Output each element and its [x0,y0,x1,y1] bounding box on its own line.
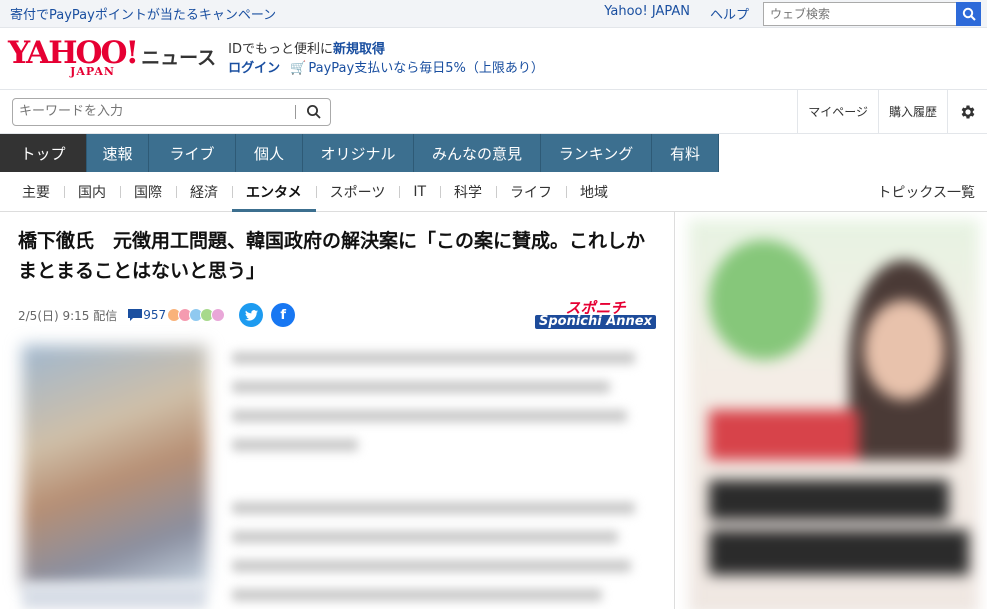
reaction-faces-icon [167,308,226,322]
search-icon [962,7,976,21]
category-local[interactable]: 地域 [566,172,622,212]
topics-list-link[interactable]: トピックス一覧 [877,182,975,202]
campaign-link[interactable]: 寄付でPayPayポイントが当たるキャンペーン [0,4,604,23]
header: YAHOO! JAPAN ニュース IDでもっと便利に新規取得 ログイン 🛒 Pa… [0,28,987,90]
category-domestic[interactable]: 国内 [64,172,120,212]
keyword-search-input[interactable] [13,98,295,125]
article: 橋下徹氏 元徴用工問題、韓国政府の解決案に「この案に賛成。これしかまとまることは… [0,212,675,609]
category-it[interactable]: IT [399,172,440,212]
publish-date: 2/5(日) 9:15 配信 [18,308,118,323]
web-search [763,1,981,26]
mypage-link[interactable]: マイページ [797,90,878,133]
utility-bar: 寄付でPayPayポイントが当たるキャンペーン Yahoo! JAPAN ヘルプ [0,0,987,28]
account-menu: マイページ 購入履歴 [797,90,987,133]
sidebar [675,212,987,609]
gear-icon [961,104,974,119]
facebook-icon[interactable]: f [271,303,296,327]
comment-count-link[interactable]: 957 [127,308,166,322]
article-meta: 2/5(日) 9:15 配信 957 f スポニチ Sponichi Annex [18,300,656,330]
utility-links: Yahoo! JAPAN ヘルプ [604,4,749,23]
main-nav-paid[interactable]: 有料 [652,134,719,172]
category-international[interactable]: 国際 [120,172,176,212]
category-entertainment[interactable]: エンタメ [232,172,316,212]
main-nav-top[interactable]: トップ [0,134,87,172]
cart-icon: 🛒 [290,60,307,76]
web-search-button[interactable] [956,1,981,26]
main-nav-opinion[interactable]: みんなの意見 [414,134,541,172]
main-nav-breaking[interactable]: 速報 [87,134,149,172]
category-science[interactable]: 科学 [440,172,496,212]
main-nav: トップ 速報 ライブ 個人 オリジナル みんなの意見 ランキング 有料 [0,134,987,172]
source-logo[interactable]: スポニチ Sponichi Annex [534,301,656,329]
article-photo[interactable] [22,345,207,585]
purchase-history-link[interactable]: 購入履歴 [877,90,947,133]
paypay-promo-link[interactable]: 🛒 PayPay支払いなら毎日5%（上限あり） [290,59,544,78]
category-life[interactable]: ライフ [496,172,566,212]
comment-icon [128,309,143,321]
keyword-search [12,97,331,126]
yahoo-japan-link[interactable]: Yahoo! JAPAN [604,4,690,23]
settings-button[interactable] [947,90,987,133]
photo-caption-blurred [22,585,207,609]
main-nav-live[interactable]: ライブ [149,134,236,172]
content-area: 橋下徹氏 元徴用工問題、韓国政府の解決案に「この案に賛成。これしかまとまることは… [0,212,987,609]
article-headline: 橋下徹氏 元徴用工問題、韓国政府の解決案に「この案に賛成。これしかまとまることは… [18,230,646,282]
category-nav: 主要 国内 国際 経済 エンタメ スポーツ IT 科学 ライフ 地域 トピックス… [0,172,987,212]
search-icon [306,105,321,119]
category-sports[interactable]: スポーツ [315,172,400,212]
web-search-input[interactable] [763,1,956,26]
main-nav-ranking[interactable]: ランキング [541,134,652,172]
article-body-blurred [232,352,652,609]
id-promo: IDでもっと便利に新規取得 ログイン 🛒 PayPay支払いなら毎日5%（上限あり… [228,41,544,78]
register-link[interactable]: 新規取得 [333,42,385,57]
help-link[interactable]: ヘルプ [710,4,749,23]
login-link[interactable]: ログイン [228,59,280,78]
share-buttons: f [239,303,296,327]
category-main[interactable]: 主要 [0,172,64,212]
advertisement-blurred[interactable] [689,220,979,609]
keyword-search-button[interactable] [296,99,330,125]
search-row: マイページ 購入履歴 [0,90,987,134]
main-nav-personal[interactable]: 個人 [236,134,303,172]
twitter-icon[interactable] [239,303,264,327]
yahoo-news-logo[interactable]: YAHOO! JAPAN ニュース [8,38,216,79]
main-nav-original[interactable]: オリジナル [303,134,414,172]
category-economy[interactable]: 経済 [176,172,232,212]
